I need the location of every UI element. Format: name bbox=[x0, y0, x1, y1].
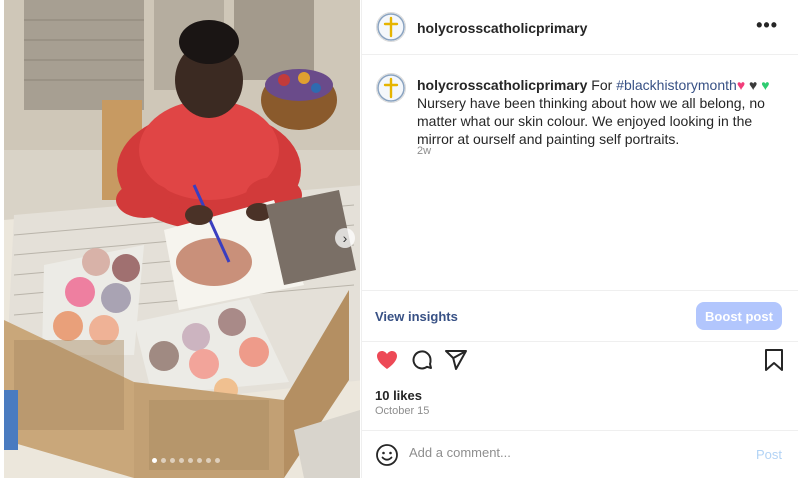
green-heart-icon: ♥ bbox=[761, 77, 770, 93]
carousel-dot bbox=[152, 458, 157, 463]
caption-text-body: Nursery have been thinking about how we … bbox=[417, 95, 765, 147]
more-options-button[interactable]: ••• bbox=[756, 15, 778, 36]
comment-icon bbox=[412, 350, 432, 370]
post-actions bbox=[362, 348, 798, 378]
school-crest-icon bbox=[377, 74, 405, 102]
instagram-post-view: › holycrosscatholicprimary ••• holycross… bbox=[0, 0, 800, 478]
comment-button[interactable] bbox=[410, 348, 434, 377]
caption-timestamp[interactable]: 2w bbox=[417, 145, 431, 157]
carousel-dot bbox=[170, 458, 175, 463]
like-count[interactable]: 10 likes bbox=[375, 388, 422, 403]
bookmark-icon bbox=[765, 349, 783, 371]
comment-composer: Post bbox=[362, 430, 798, 479]
next-slide-button[interactable]: › bbox=[335, 228, 355, 248]
post-photo[interactable]: › bbox=[4, 0, 360, 478]
carousel-dot bbox=[206, 458, 211, 463]
like-button[interactable] bbox=[375, 348, 399, 377]
post-header: holycrosscatholicprimary ••• bbox=[362, 0, 798, 55]
share-icon bbox=[445, 350, 467, 370]
share-button[interactable] bbox=[444, 348, 468, 377]
carousel-dot bbox=[179, 458, 184, 463]
caption-username[interactable]: holycrosscatholicprimary bbox=[417, 77, 587, 93]
heart-filled-icon bbox=[377, 351, 397, 369]
carousel-dot bbox=[215, 458, 220, 463]
hashtag-link[interactable]: #blackhistorymonth bbox=[616, 77, 737, 93]
carousel-indicator bbox=[152, 458, 220, 463]
header-username[interactable]: holycrosscatholicprimary bbox=[417, 20, 587, 36]
carousel-dot bbox=[188, 458, 193, 463]
comment-input[interactable] bbox=[409, 445, 709, 460]
emoji-icon bbox=[376, 444, 398, 466]
photo-scene bbox=[4, 0, 360, 478]
save-button[interactable] bbox=[763, 348, 785, 377]
school-crest-icon bbox=[377, 13, 405, 41]
carousel-dot bbox=[197, 458, 202, 463]
heart-emojis: ♥ ♥ ♥ bbox=[737, 77, 770, 93]
caption-text-before: For bbox=[591, 77, 617, 93]
post-comment-button[interactable]: Post bbox=[756, 447, 782, 462]
post-details-panel: holycrosscatholicprimary ••• holycrossca… bbox=[361, 0, 798, 478]
carousel-dot bbox=[161, 458, 166, 463]
boost-post-button[interactable]: Boost post bbox=[696, 302, 782, 330]
post-date: October 15 bbox=[375, 405, 430, 417]
black-heart-icon: ♥ bbox=[749, 77, 758, 93]
post-caption: holycrosscatholicprimary For #blackhisto… bbox=[417, 76, 787, 148]
caption-avatar[interactable] bbox=[376, 73, 406, 103]
emoji-button[interactable] bbox=[375, 443, 399, 472]
insights-bar: View insights Boost post bbox=[362, 290, 798, 342]
chevron-right-icon: › bbox=[342, 230, 348, 246]
view-insights-link[interactable]: View insights bbox=[375, 309, 458, 324]
pink-heart-icon: ♥ bbox=[736, 77, 746, 93]
account-avatar[interactable] bbox=[376, 12, 406, 42]
